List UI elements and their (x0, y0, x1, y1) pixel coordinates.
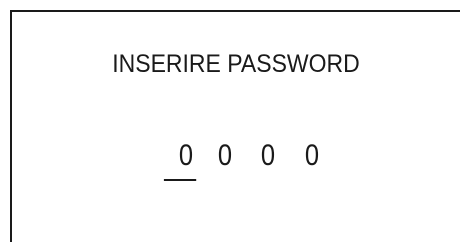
password-digit-4[interactable]: 0 (293, 134, 330, 178)
password-entry[interactable]: 0 0 0 0 (163, 134, 334, 181)
password-digit-1[interactable]: 0 (163, 134, 202, 181)
password-digit-2[interactable]: 0 (207, 134, 243, 178)
display-screen: INSERIRE PASSWORD 0 0 0 0 (10, 10, 460, 242)
password-digit-3[interactable]: 0 (249, 134, 286, 178)
prompt-title: INSERIRE PASSWORD (112, 50, 360, 78)
